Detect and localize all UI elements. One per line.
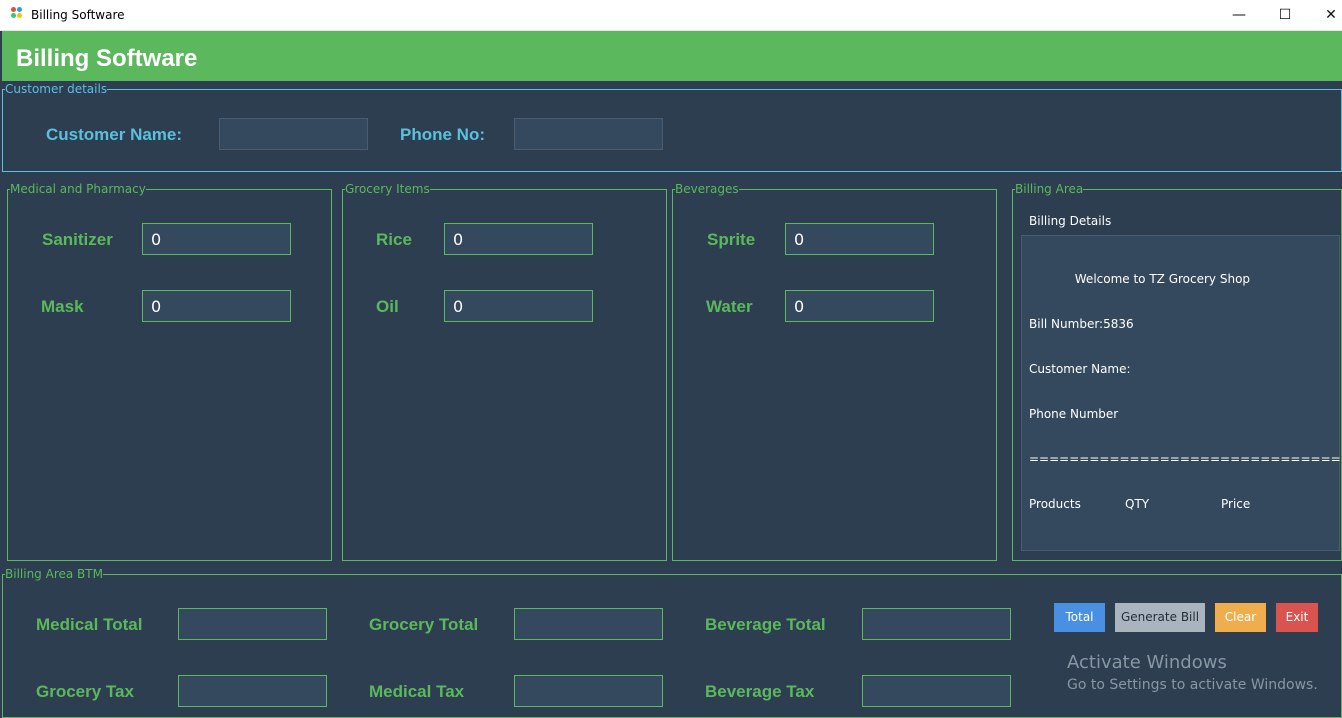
bill-customer-line: Customer Name: [1029,362,1131,376]
activate-windows-watermark: Activate Windows Go to Settings to activ… [1067,652,1318,693]
bill-col-products: Products [1029,497,1081,511]
medical-legend: Medical and Pharmacy [10,182,146,196]
beverage-tax-label: Beverage Tax [705,682,815,701]
oil-label: Oil [376,297,399,316]
exit-button[interactable]: Exit [1276,603,1318,632]
phone-input[interactable] [514,118,663,150]
sprite-input[interactable] [785,223,934,255]
water-label: Water [706,297,753,316]
activate-windows-subtitle: Go to Settings to activate Windows. [1067,677,1318,693]
activate-windows-title: Activate Windows [1067,652,1227,673]
clear-button[interactable]: Clear [1215,603,1266,632]
customer-details-legend: Customer details [5,82,108,96]
customer-name-input[interactable] [219,118,368,150]
app-header: Billing Software [2,31,1342,81]
bill-col-price: Price [1221,497,1251,511]
customer-name-label: Customer Name: [46,125,183,144]
billing-area-legend: Billing Area [1015,182,1084,196]
generate-bill-button[interactable]: Generate Bill [1115,603,1205,632]
close-icon[interactable]: ✕ [1308,0,1342,31]
beverages-legend: Beverages [675,182,739,196]
phone-label: Phone No: [400,125,485,144]
app-icon [11,7,25,21]
medical-tax-label: Medical Tax [369,682,465,701]
bill-col-qty: QTY [1125,497,1150,511]
bill-textarea[interactable]: Welcome to TZ Grocery Shop Bill Number:5… [1021,235,1341,551]
grocery-tax-label: Grocery Tax [36,682,134,701]
bill-number-line: Bill Number:5836 [1029,317,1134,331]
rice-label: Rice [376,230,412,249]
bill-separator-line: =============================== [1029,452,1341,466]
mask-label: Mask [41,297,84,316]
grocery-total-input[interactable] [514,608,663,640]
total-button[interactable]: Total [1054,603,1105,632]
window-titlebar: Billing Software — ☐ ✕ [0,0,1342,31]
medical-tax-input[interactable] [514,675,663,707]
sprite-label: Sprite [707,230,756,249]
window-title: Billing Software [31,8,125,22]
grocery-total-label: Grocery Total [369,615,479,634]
medical-total-input[interactable] [178,608,327,640]
bill-welcome-line: Welcome to TZ Grocery Shop [1029,272,1251,286]
minimize-icon[interactable]: — [1216,0,1262,31]
sanitizer-label: Sanitizer [42,230,113,249]
grocery-tax-input[interactable] [178,675,327,707]
beverage-total-input[interactable] [862,608,1011,640]
beverage-tax-input[interactable] [862,675,1011,707]
billing-details-title: Billing Details [1029,214,1112,228]
beverage-total-label: Beverage Total [705,615,826,634]
mask-input[interactable] [142,290,291,322]
maximize-icon[interactable]: ☐ [1262,0,1308,31]
grocery-legend: Grocery Items [345,182,430,196]
bill-phone-line: Phone Number [1029,407,1119,421]
water-input[interactable] [785,290,934,322]
medical-total-label: Medical Total [36,615,143,634]
rice-input[interactable] [444,223,593,255]
bill-columns-row: Products QTY Price [1029,497,1332,512]
oil-input[interactable] [444,290,593,322]
app-title: Billing Software [16,45,198,72]
billing-btm-legend: Billing Area BTM [5,567,103,581]
customer-details-frame: Customer details [2,82,1342,172]
sanitizer-input[interactable] [142,223,291,255]
